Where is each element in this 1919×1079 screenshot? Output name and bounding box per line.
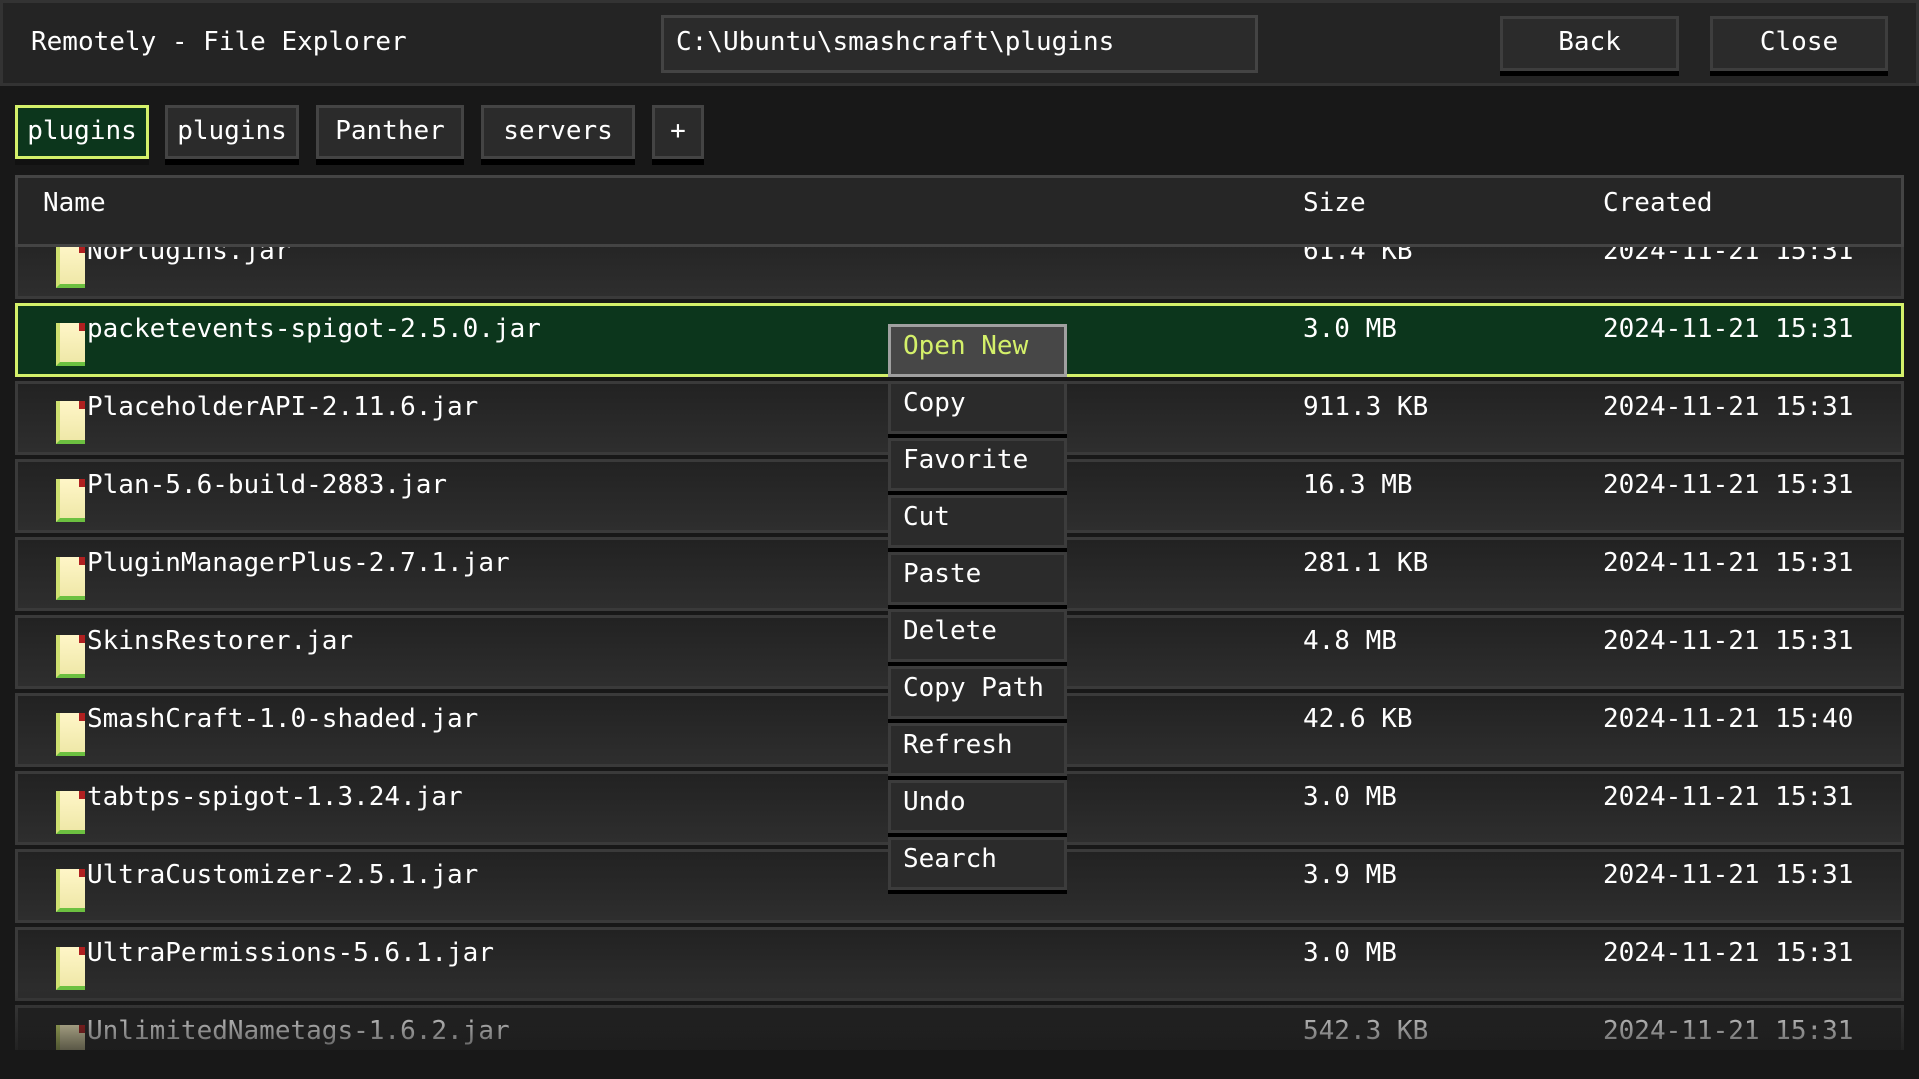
file-name: SmashCraft-1.0-shaded.jar	[87, 704, 479, 734]
add-tab-button[interactable]: +	[652, 105, 704, 159]
file-name: Plan-5.6-build-2883.jar	[87, 470, 448, 500]
file-name: PluginManagerPlus-2.7.1.jar	[87, 548, 510, 578]
jar-file-icon	[56, 323, 85, 366]
file-size: 3.0 MB	[1303, 314, 1397, 344]
close-button[interactable]: Close	[1710, 16, 1888, 71]
window-title: Remotely - File Explorer	[31, 27, 407, 57]
file-size: 61.4 KB	[1303, 247, 1413, 266]
file-name: PlaceholderAPI-2.11.6.jar	[87, 392, 479, 422]
file-created: 2024-11-21 15:31	[1603, 247, 1854, 266]
column-size[interactable]: Size	[1303, 188, 1366, 218]
file-size: 42.6 KB	[1303, 704, 1413, 734]
file-created: 2024-11-21 15:40	[1603, 704, 1854, 734]
column-name[interactable]: Name	[43, 188, 106, 218]
context-menu-item-paste[interactable]: Paste	[888, 552, 1067, 605]
file-row[interactable]: NoPlugins.jar 61.4 KB 2024-11-21 15:31	[15, 247, 1904, 299]
path-input[interactable]: C:\Ubuntu\smashcraft\plugins	[661, 15, 1258, 73]
jar-file-icon	[56, 247, 85, 288]
context-menu-item-open-new[interactable]: Open New	[888, 324, 1067, 377]
context-menu-item-search[interactable]: Search	[888, 837, 1067, 890]
jar-file-icon	[56, 791, 85, 834]
jar-file-icon	[56, 635, 85, 678]
tab-panther[interactable]: Panther	[316, 105, 464, 159]
context-menu-item-undo[interactable]: Undo	[888, 780, 1067, 833]
file-created: 2024-11-21 15:31	[1603, 860, 1854, 890]
column-created[interactable]: Created	[1603, 188, 1713, 218]
jar-file-icon	[56, 401, 85, 444]
file-name: UltraPermissions-5.6.1.jar	[87, 938, 494, 968]
file-name: SkinsRestorer.jar	[87, 626, 354, 656]
list-fade	[0, 990, 1919, 1050]
file-name: packetevents-spigot-2.5.0.jar	[87, 314, 541, 344]
file-size: 911.3 KB	[1303, 392, 1429, 422]
context-menu-item-cut[interactable]: Cut	[888, 495, 1067, 548]
file-created: 2024-11-21 15:31	[1603, 938, 1854, 968]
file-created: 2024-11-21 15:31	[1603, 392, 1854, 422]
file-size: 3.0 MB	[1303, 938, 1397, 968]
jar-file-icon	[56, 557, 85, 600]
tab-plugins[interactable]: plugins	[165, 105, 299, 159]
jar-file-icon	[56, 869, 85, 912]
file-size: 3.0 MB	[1303, 782, 1397, 812]
context-menu-item-copy-path[interactable]: Copy Path	[888, 666, 1067, 719]
back-button[interactable]: Back	[1500, 16, 1679, 71]
jar-file-icon	[56, 947, 85, 990]
context-menu-item-favorite[interactable]: Favorite	[888, 438, 1067, 491]
context-menu-item-copy[interactable]: Copy	[888, 381, 1067, 434]
file-created: 2024-11-21 15:31	[1603, 314, 1854, 344]
file-size: 16.3 MB	[1303, 470, 1413, 500]
jar-file-icon	[56, 713, 85, 756]
file-created: 2024-11-21 15:31	[1603, 626, 1854, 656]
file-created: 2024-11-21 15:31	[1603, 548, 1854, 578]
file-size: 3.9 MB	[1303, 860, 1397, 890]
table-header: Name Size Created	[15, 175, 1904, 247]
tab-plugins-active[interactable]: plugins	[15, 105, 149, 159]
file-name: NoPlugins.jar	[87, 247, 291, 266]
tab-servers[interactable]: servers	[481, 105, 635, 159]
file-size: 4.8 MB	[1303, 626, 1397, 656]
context-menu-item-refresh[interactable]: Refresh	[888, 723, 1067, 776]
file-name: tabtps-spigot-1.3.24.jar	[87, 782, 463, 812]
file-created: 2024-11-21 15:31	[1603, 470, 1854, 500]
context-menu-item-delete[interactable]: Delete	[888, 609, 1067, 662]
jar-file-icon	[56, 479, 85, 522]
file-size: 281.1 KB	[1303, 548, 1429, 578]
file-created: 2024-11-21 15:31	[1603, 782, 1854, 812]
file-name: UltraCustomizer-2.5.1.jar	[87, 860, 479, 890]
